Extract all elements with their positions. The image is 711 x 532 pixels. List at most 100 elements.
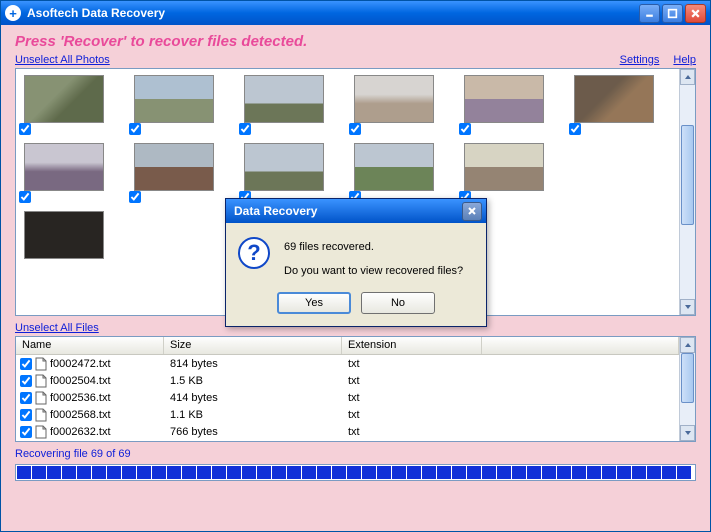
file-size: 814 bytes	[164, 358, 342, 370]
photo-item[interactable]	[354, 75, 434, 123]
table-row[interactable]: f0002536.txt414 bytestxt	[16, 389, 679, 406]
dialog-title: Data Recovery	[234, 204, 462, 218]
window-title: Asoftech Data Recovery	[27, 6, 639, 20]
file-checkbox[interactable]	[20, 426, 32, 438]
photo-checkbox[interactable]	[129, 123, 141, 135]
column-header-size[interactable]: Size	[164, 337, 342, 354]
photo-checkbox[interactable]	[569, 123, 581, 135]
photo-checkbox[interactable]	[19, 123, 31, 135]
close-button[interactable]	[685, 4, 706, 23]
photo-item[interactable]	[24, 143, 104, 191]
progress-segment	[17, 466, 31, 479]
yes-button[interactable]: Yes	[277, 292, 351, 314]
file-name: f0002504.txt	[50, 375, 111, 387]
minimize-button[interactable]	[639, 4, 660, 23]
photo-item[interactable]	[24, 211, 104, 259]
progress-segment	[647, 466, 661, 479]
column-header-extension[interactable]: Extension	[342, 337, 482, 354]
photo-item[interactable]	[134, 143, 214, 191]
file-checkbox[interactable]	[20, 392, 32, 404]
photo-item[interactable]	[464, 75, 544, 123]
progress-segment	[272, 466, 286, 479]
progress-segment	[137, 466, 151, 479]
progress-segment	[47, 466, 61, 479]
table-row[interactable]: f0002472.txt814 bytestxt	[16, 355, 679, 372]
progress-segment	[662, 466, 676, 479]
progress-segment	[407, 466, 421, 479]
photo-item[interactable]	[244, 143, 324, 191]
photo-checkbox[interactable]	[19, 191, 31, 203]
scroll-down-icon[interactable]	[680, 299, 695, 315]
no-button[interactable]: No	[361, 292, 435, 314]
progress-segment	[482, 466, 496, 479]
photo-checkbox[interactable]	[239, 123, 251, 135]
file-icon	[35, 425, 47, 439]
file-icon	[35, 391, 47, 405]
file-ext: txt	[342, 409, 482, 421]
progress-segment	[32, 466, 46, 479]
file-checkbox[interactable]	[20, 358, 32, 370]
help-link[interactable]: Help	[673, 54, 696, 66]
progress-segment	[602, 466, 616, 479]
titlebar[interactable]: + Asoftech Data Recovery	[1, 1, 710, 25]
file-name: f0002472.txt	[50, 358, 111, 370]
photo-checkbox[interactable]	[129, 191, 141, 203]
photo-item[interactable]	[354, 143, 434, 191]
table-row[interactable]: f0002504.txt1.5 KBtxt	[16, 372, 679, 389]
photo-item[interactable]	[24, 75, 104, 123]
file-size: 1.5 KB	[164, 375, 342, 387]
maximize-button[interactable]	[662, 4, 683, 23]
files-vertical-scrollbar[interactable]	[679, 337, 695, 441]
photo-item[interactable]	[464, 143, 544, 191]
table-row[interactable]: f0002632.txt766 bytestxt	[16, 423, 679, 440]
files-header: Name Size Extension	[16, 337, 679, 355]
progress-segment	[497, 466, 511, 479]
photo-item[interactable]	[244, 75, 324, 123]
progress-segment	[467, 466, 481, 479]
scroll-up-icon[interactable]	[680, 69, 695, 85]
file-icon	[35, 374, 47, 388]
progress-segment	[227, 466, 241, 479]
progress-bar	[15, 464, 696, 481]
progress-segment	[92, 466, 106, 479]
app-window: + Asoftech Data Recovery Press 'Recover'…	[0, 0, 711, 532]
progress-segment	[107, 466, 121, 479]
progress-segment	[347, 466, 361, 479]
progress-segment	[77, 466, 91, 479]
file-checkbox[interactable]	[20, 409, 32, 421]
dialog-titlebar[interactable]: Data Recovery	[226, 199, 486, 223]
file-size: 766 bytes	[164, 426, 342, 438]
instruction-text: Press 'Recover' to recover files detecte…	[15, 33, 696, 50]
progress-segment	[632, 466, 646, 479]
photo-item[interactable]	[574, 75, 654, 123]
photo-checkbox[interactable]	[349, 123, 361, 135]
progress-segment	[587, 466, 601, 479]
file-checkbox[interactable]	[20, 375, 32, 387]
progress-segment	[422, 466, 436, 479]
dialog-close-button[interactable]	[462, 202, 482, 221]
progress-segment	[527, 466, 541, 479]
column-header-name[interactable]: Name	[16, 337, 164, 354]
status-text: Recovering file 69 of 69	[15, 448, 696, 460]
progress-segment	[62, 466, 76, 479]
photo-item[interactable]	[134, 75, 214, 123]
table-row[interactable]: f0002568.txt1.1 KBtxt	[16, 406, 679, 423]
progress-segment	[257, 466, 271, 479]
question-icon: ?	[238, 237, 270, 269]
progress-segment	[287, 466, 301, 479]
unselect-all-photos-link[interactable]: Unselect All Photos	[15, 54, 110, 66]
progress-segment	[197, 466, 211, 479]
scroll-down-icon[interactable]	[680, 425, 695, 441]
progress-segment	[617, 466, 631, 479]
scrollbar-thumb[interactable]	[681, 125, 694, 225]
file-name: f0002536.txt	[50, 392, 111, 404]
settings-link[interactable]: Settings	[620, 54, 660, 66]
photo-checkbox[interactable]	[459, 123, 471, 135]
file-size: 414 bytes	[164, 392, 342, 404]
photos-vertical-scrollbar[interactable]	[679, 69, 695, 315]
progress-segment	[362, 466, 376, 479]
scroll-up-icon[interactable]	[680, 337, 695, 353]
unselect-all-files-link[interactable]: Unselect All Files	[15, 322, 99, 334]
scrollbar-thumb[interactable]	[681, 353, 694, 403]
dialog-line1: 69 files recovered.	[284, 239, 463, 257]
